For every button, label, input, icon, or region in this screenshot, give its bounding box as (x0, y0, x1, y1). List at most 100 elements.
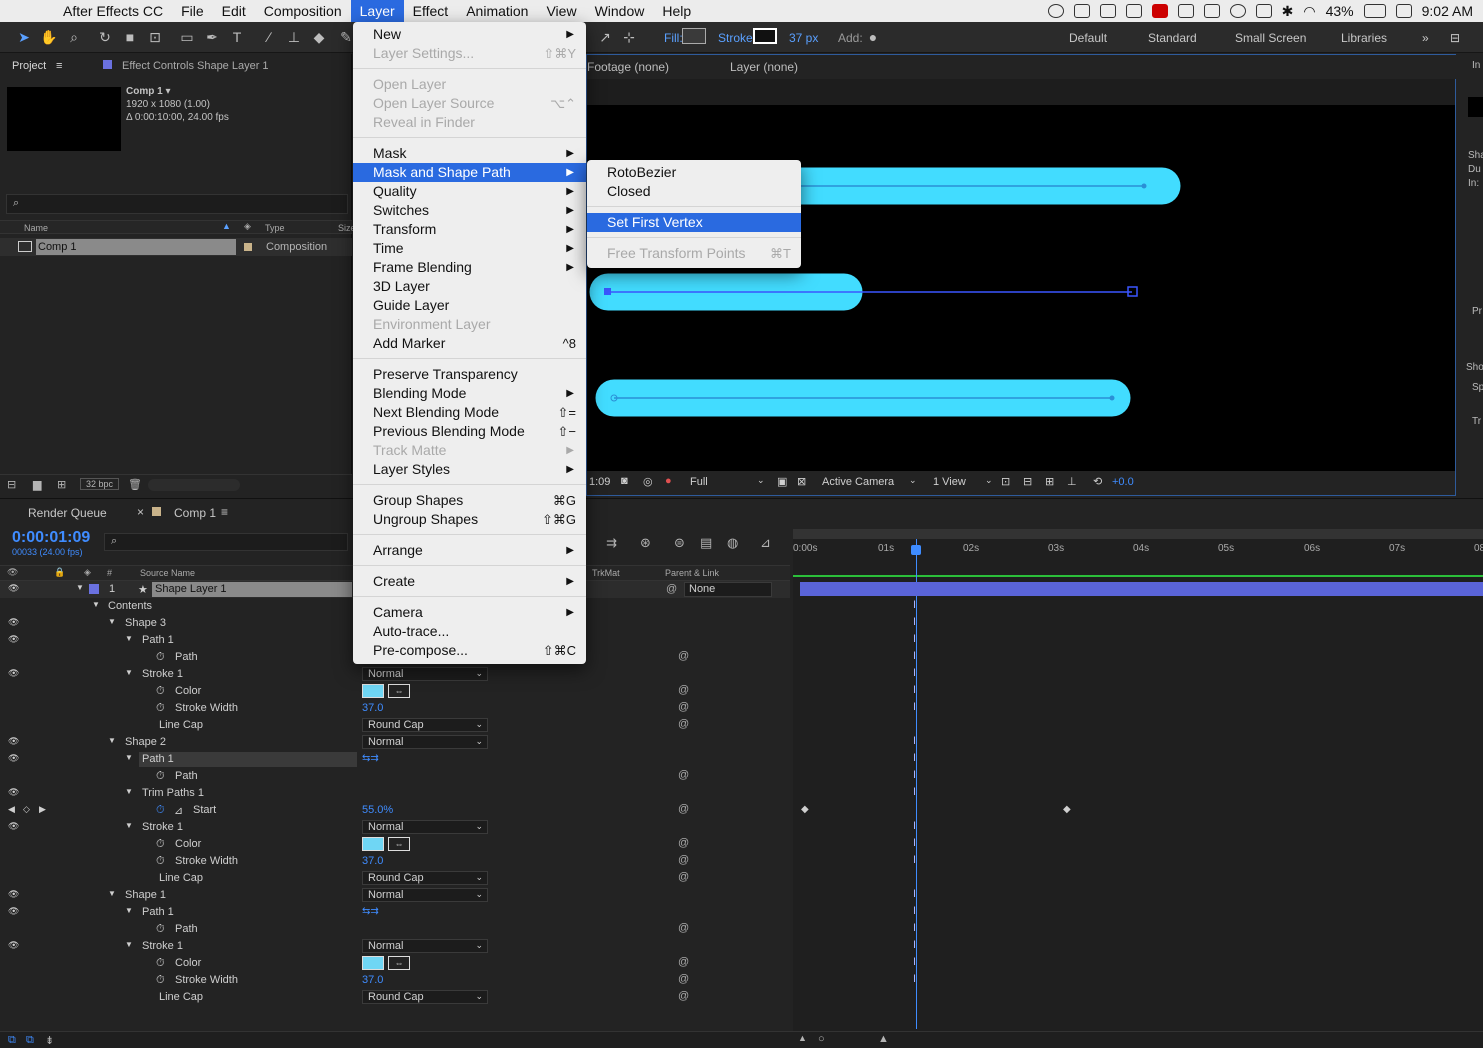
property-value[interactable]: 55.0% (362, 804, 393, 816)
screen-icon[interactable] (1203, 4, 1220, 18)
menu-item-guide-layer[interactable]: Guide Layer (353, 296, 586, 315)
motion-blur-icon[interactable]: ◍ (727, 535, 738, 551)
tab-footage[interactable]: Footage (none) (587, 60, 669, 74)
layer-label-color[interactable] (89, 584, 99, 594)
line-cap-select[interactable]: Round Cap ⌄ (362, 990, 488, 1004)
property-row[interactable]: ⏱ Color ⇔ @ (0, 836, 790, 853)
menu-item-frame-blending[interactable]: Frame Blending ▶ (353, 258, 586, 277)
blend-mode-select[interactable]: Normal ⌄ (362, 735, 488, 749)
bluetooth-icon[interactable]: ✱ (1282, 3, 1294, 20)
property-row[interactable]: 👁 ▼ Stroke 1 Normal ⌄ (0, 819, 790, 836)
property-row[interactable]: ⏱ Color ⇔ @ (0, 955, 790, 972)
expand-chevron-icon[interactable]: ▼ (108, 736, 116, 745)
visibility-eye-icon[interactable]: 👁 (8, 889, 19, 899)
comp-flowchart-icon[interactable]: ⊛ (640, 535, 651, 551)
menu-item-preserve-transparency[interactable]: Preserve Transparency (353, 365, 586, 384)
exposure-value[interactable]: +0.0 (1112, 476, 1134, 488)
menu-item-reveal-in-finder[interactable]: Reveal in Finder (353, 113, 586, 132)
visibility-eye-icon[interactable]: 👁 (8, 583, 19, 593)
stopwatch-icon[interactable]: ⏱ (156, 838, 165, 851)
menu-item-track-matte[interactable]: Track Matte ▶ (353, 441, 586, 460)
menu-item-set-first-vertex[interactable]: Set First Vertex (587, 213, 801, 232)
new-composition-icon[interactable]: ⊞ (57, 478, 66, 491)
panel-label-pr[interactable]: Pr (1472, 306, 1482, 317)
menu-item-time[interactable]: Time ▶ (353, 239, 586, 258)
expand-chevron-icon[interactable]: ▼ (125, 668, 133, 677)
stopwatch-icon[interactable]: ⏱ (156, 923, 165, 936)
menu-window[interactable]: Window (586, 0, 654, 22)
zoom-in-icon[interactable]: ▲ (878, 1033, 889, 1045)
shape-2-first-vertex[interactable] (604, 288, 611, 295)
views-chevron-down-icon[interactable]: ⌄ (985, 475, 993, 486)
property-row[interactable]: 👁 ▼ Stroke 1 Normal ⌄ (0, 938, 790, 955)
label-column-icon[interactable]: ◈ (244, 221, 251, 232)
visibility-eye-icon[interactable]: 👁 (8, 736, 19, 746)
blend-mode-select[interactable]: Normal ⌄ (362, 939, 488, 953)
camera-select[interactable]: Active Camera (822, 476, 894, 488)
visibility-eye-icon[interactable]: 👁 (8, 634, 19, 644)
comp-tab-menu-icon[interactable]: ≡ (221, 505, 228, 519)
stroke-swatch[interactable] (753, 28, 777, 44)
visibility-eye-icon[interactable]: 👁 (8, 617, 19, 627)
expression-pickwhip-icon[interactable]: @ (678, 769, 689, 781)
trash-icon[interactable]: 🗑 (128, 478, 142, 491)
expression-pickwhip-icon[interactable]: @ (678, 990, 689, 1002)
menu-item-mask-and-shape-path[interactable]: Mask and Shape Path ▶ (353, 163, 586, 182)
channel-icon[interactable]: ● (665, 475, 672, 487)
workspace-small-screen[interactable]: Small Screen (1235, 31, 1306, 45)
property-row[interactable]: ⏱ Color ⇔ @ (0, 683, 790, 700)
frame-blending-icon[interactable]: ▤ (700, 535, 712, 551)
project-item-row[interactable]: Comp 1 Composition (0, 238, 352, 256)
stroke-label[interactable]: Stroke: (718, 31, 756, 45)
property-row[interactable]: 👁 ▼ Path 1 ⇆⇉ (0, 904, 790, 921)
property-value[interactable]: 37.0 (362, 702, 383, 714)
property-row-selected[interactable]: 👁 ▼ Path 1 ⇆⇉ (0, 751, 790, 768)
tab-render-queue[interactable]: Render Queue (28, 506, 107, 520)
expand-chevron-icon[interactable]: ▼ (125, 753, 133, 762)
close-tab-icon[interactable]: × (137, 505, 144, 519)
stopwatch-icon[interactable]: ⏱ (156, 974, 165, 987)
column-source-name[interactable]: Source Name (140, 568, 195, 578)
expand-chevron-icon[interactable]: ▼ (108, 889, 116, 898)
camera-tool-icon[interactable]: ■ (121, 28, 139, 46)
rotate-tool-icon[interactable]: ↻ (96, 28, 114, 46)
tab-effect-controls[interactable]: Effect Controls Shape Layer 1 (122, 54, 269, 78)
resolution-chevron-down-icon[interactable]: ⌄ (757, 475, 765, 486)
property-row[interactable]: 👁 ▼ Shape 2 Normal ⌄ (0, 734, 790, 751)
stopwatch-icon[interactable]: ⏱ (156, 651, 165, 664)
tab-layer[interactable]: Layer (none) (730, 60, 798, 74)
thumbnail-size-slider[interactable] (148, 479, 240, 491)
parent-pickwhip-icon[interactable]: @ (666, 583, 677, 595)
property-row[interactable]: ◀ ◇ ▶ ⏱ ⊿ Start 55.0% @ (0, 802, 790, 819)
column-trkmat[interactable]: TrkMat (592, 568, 620, 578)
interpret-footage-icon[interactable]: ⊟ (7, 478, 16, 491)
fast-previews-icon[interactable]: ⊟ (1023, 475, 1032, 488)
column-number[interactable]: # (107, 568, 112, 578)
wifi-icon[interactable]: ◠ (1303, 3, 1315, 20)
property-row[interactable]: ⏱ Stroke Width 37.0 @ (0, 853, 790, 870)
menu-item-mask[interactable]: Mask ▶ (353, 144, 586, 163)
menu-item-arrange[interactable]: Arrange ▶ (353, 541, 586, 560)
tab-project[interactable]: Project (12, 54, 46, 78)
flowchart-icon[interactable]: ⊥ (1067, 475, 1077, 488)
pan-behind-tool-icon[interactable]: ⊡ (146, 28, 164, 46)
eyedropper-icon[interactable]: ⇔ (388, 956, 410, 970)
menu-item-3d-layer[interactable]: 3D Layer (353, 277, 586, 296)
project-item-name[interactable]: Comp 1 (36, 239, 236, 255)
layer-duration-bar[interactable] (800, 582, 1483, 596)
expand-chevron-icon[interactable]: ▼ (108, 617, 116, 626)
project-panel-menu-icon[interactable]: ≡ (56, 54, 62, 78)
selection-tool-icon[interactable]: ➤ (15, 28, 33, 46)
property-value[interactable]: 37.0 (362, 855, 383, 867)
menu-item-quality[interactable]: Quality ▶ (353, 182, 586, 201)
menu-item-transform[interactable]: Transform ▶ (353, 220, 586, 239)
menu-composition[interactable]: Composition (255, 0, 351, 22)
expression-pickwhip-icon[interactable]: @ (678, 922, 689, 934)
visibility-eye-icon[interactable]: 👁 (8, 668, 19, 678)
dropbox-icon[interactable] (1073, 4, 1090, 18)
region-of-interest-icon[interactable]: ▣ (777, 475, 787, 488)
line-cap-select[interactable]: Round Cap ⌄ (362, 871, 488, 885)
visibility-eye-icon[interactable]: 👁 (8, 906, 19, 916)
project-search-input[interactable]: ⌕ (6, 194, 348, 214)
menu-file[interactable]: File (172, 0, 213, 22)
